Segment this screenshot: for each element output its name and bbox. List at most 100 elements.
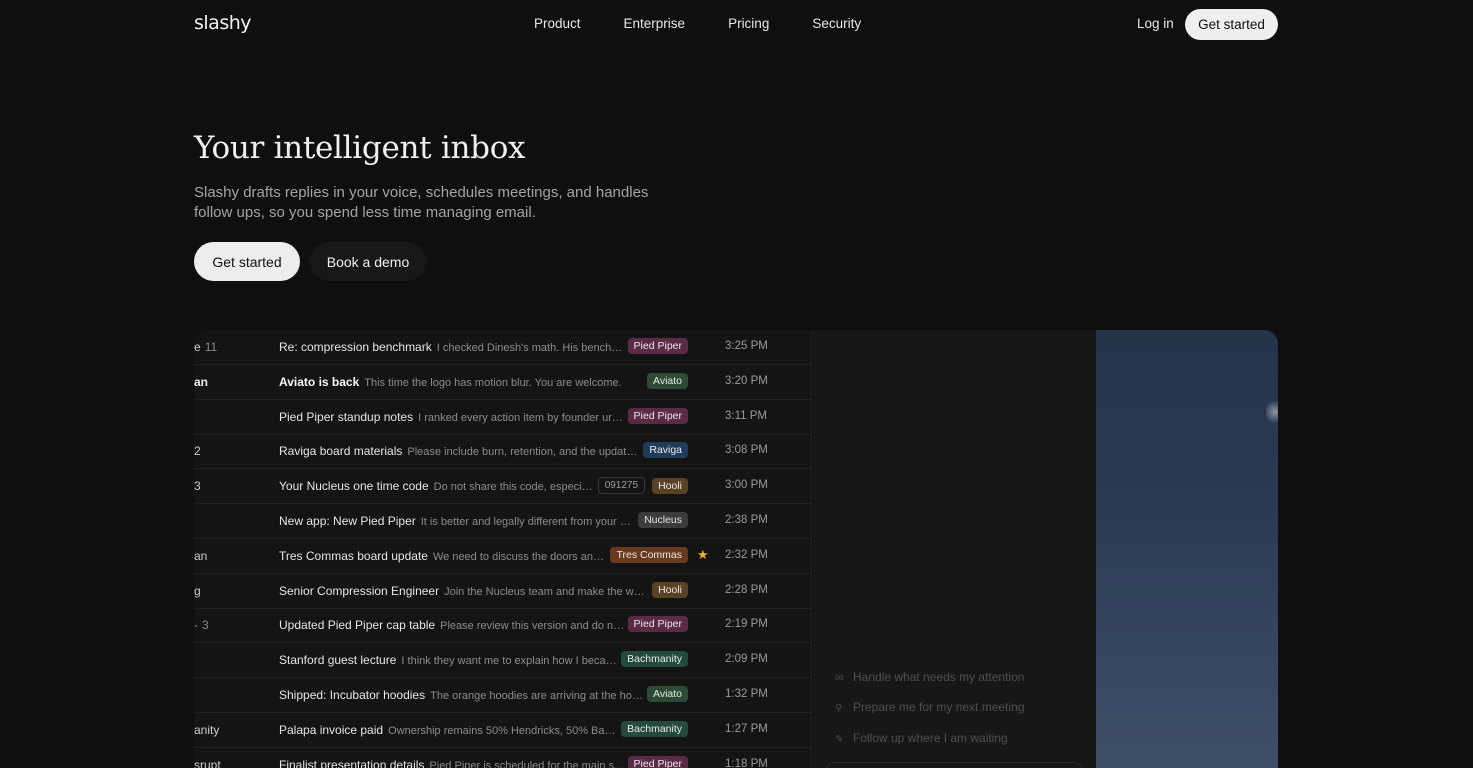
hero-title: Your intelligent inbox [194,130,526,166]
sender-name: 2 [194,444,201,459]
sender-name: an [194,548,208,563]
mail-icon: ✉ [835,673,844,684]
get-started-button[interactable]: Get started [194,242,300,281]
email-time: 2:09 PM [725,653,768,666]
label-tag[interactable]: Bachmanity [621,651,688,668]
app-preview: e 11 Re: compression benchmark I checked Di… [194,330,1278,768]
email-subject: Pied Piper standup notes [279,409,414,424]
label-tag[interactable]: Bachmanity [621,720,688,737]
email-meta: Aviato [647,372,688,389]
email-meta: Aviato [647,686,688,702]
email-time: 2:28 PM [725,583,768,596]
email-meta: Bachmanity [621,651,688,668]
suggestion-item[interactable]: ✉ Handle what needs my attention [835,670,1024,684]
email-row[interactable]: 2 Raviga board materials Please include bu… [194,434,812,470]
label-tag[interactable]: Nucleus [638,512,688,528]
email-subject-line: Aviato is back This time the logo has mot… [279,375,689,389]
email-time: 3:20 PM [725,374,768,387]
label-tag[interactable]: Pied Piper [627,407,688,424]
email-snippet: Please include burn, retention, and the … [407,446,638,459]
sender-name: srupt [194,757,221,768]
email-row[interactable]: an Tres Commas board update We need to dis… [194,539,812,574]
email-sender: anity [194,723,219,737]
label-tag[interactable]: Hooli [652,581,688,598]
nav-link-product[interactable]: Product [534,16,581,31]
email-snippet: We need to discuss the doors an… [432,550,604,563]
assistant-panel: ✉ Handle what needs my attention ⚲ Prepare… [813,330,1096,768]
label-tag[interactable]: Tres Commas [610,546,688,563]
login-link[interactable]: Log in [1137,16,1174,31]
email-row[interactable]: g Senior Compression Engineer Join the Nuc… [194,574,812,609]
pencil-icon: ✎ [835,734,844,745]
email-snippet: This time the logo has motion blur. You … [364,376,622,389]
email-row[interactable]: e 11 Re: compression benchmark I checked Di… [194,330,812,365]
assistant-input[interactable] [825,762,1083,768]
email-subject: Updated Pied Piper cap table [279,618,436,633]
email-time: 2:19 PM [725,618,768,631]
email-row[interactable]: Pied Piper standup notes I ranked every a… [194,400,812,435]
email-sender: g [194,584,201,598]
thread-count: 11 [204,340,218,354]
email-meta: Pied Piper [627,616,688,633]
email-sender: an [194,375,208,389]
sender-name: · [194,618,198,633]
email-snippet: Ownership remains 50% Hendricks, 50% Ba… [388,724,616,737]
top-nav: slashy Product Enterprise Pricing Securi… [0,0,1473,48]
book-demo-button[interactable]: Book a demo [310,242,426,281]
email-row[interactable]: srupt Finalist presentation details Pied P… [194,748,812,768]
email-time: 3:11 PM [725,409,767,422]
email-subject-line: Shipped: Incubator hoodies The orange hoo… [279,688,689,702]
email-snippet: It is better and legally different from … [420,516,631,528]
email-time: 2:38 PM [725,514,768,526]
email-row[interactable]: Shipped: Incubator hoodies The orange hoo… [194,678,812,713]
email-row[interactable]: 3 Your Nucleus one time code Do not share … [194,469,812,505]
email-meta: Pied Piper [627,407,688,424]
email-subject-line: New app: New Pied Piper It is better and … [279,514,689,528]
email-meta: Bachmanity [621,720,688,737]
email-sender: 2 [194,444,201,458]
email-time: 3:00 PM [725,479,768,492]
suggestion-item[interactable]: ⚲ Prepare me for my next meeting [835,700,1024,714]
suggestion-item[interactable]: ✎ Follow up where I am waiting [835,731,1008,745]
label-tag[interactable]: Aviato [647,372,688,389]
email-row[interactable]: anity Palapa invoice paid Ownership remain… [194,713,812,748]
email-sender: e 11 [194,340,217,354]
email-meta: Tres Commas [610,546,688,563]
code-badge: 091275 [597,477,646,495]
email-sender: 3 [194,479,201,493]
email-row[interactable]: Stanford guest lecture I think they want … [194,643,812,679]
label-tag[interactable]: Pied Piper [627,338,688,354]
email-meta: Raviga [643,442,688,459]
email-row[interactable]: an Aviato is back This time the logo has m… [194,365,812,400]
email-row[interactable]: New app: New Pied Piper It is better and … [194,504,812,539]
label-tag[interactable]: Aviato [647,686,688,702]
sender-name: 3 [194,479,201,494]
nav-link-enterprise[interactable]: Enterprise [624,16,686,31]
email-subject-line: Senior Compression Engineer Join the Nucl… [279,584,689,598]
inbox-list: e 11 Re: compression benchmark I checked Di… [194,330,812,768]
email-snippet: Please review this version and do n… [440,620,625,633]
search-icon: ⚲ [835,703,843,714]
thread-count: 3 [202,618,209,633]
label-tag[interactable]: Pied Piper [627,616,688,633]
email-time: 1:27 PM [725,722,768,735]
nav-link-security[interactable]: Security [812,16,861,31]
logo[interactable]: slashy [194,12,252,34]
email-meta: Pied Piper [627,755,688,768]
label-tag[interactable]: Hooli [652,477,688,494]
sender-name: an [194,374,209,389]
nav-link-pricing[interactable]: Pricing [728,16,769,31]
nav-get-started-button[interactable]: Get started [1185,9,1278,40]
email-subject: Re: compression benchmark [279,340,432,354]
email-row[interactable]: · 3 Updated Pied Piper cap table Please rev… [194,608,812,644]
label-tag[interactable]: Pied Piper [627,755,688,768]
email-subject: Senior Compression Engineer [279,583,440,598]
email-meta: Pied Piper [627,338,688,354]
star-icon[interactable]: ★ [697,547,709,563]
email-subject: Finalist presentation details [279,757,425,768]
label-tag[interactable]: Raviga [643,442,688,459]
hero-subtitle: Slashy drafts replies in your voice, sch… [194,184,649,221]
email-time: 1:32 PM [725,688,768,700]
email-meta: Nucleus [638,512,688,528]
email-sender: srupt [194,758,221,768]
